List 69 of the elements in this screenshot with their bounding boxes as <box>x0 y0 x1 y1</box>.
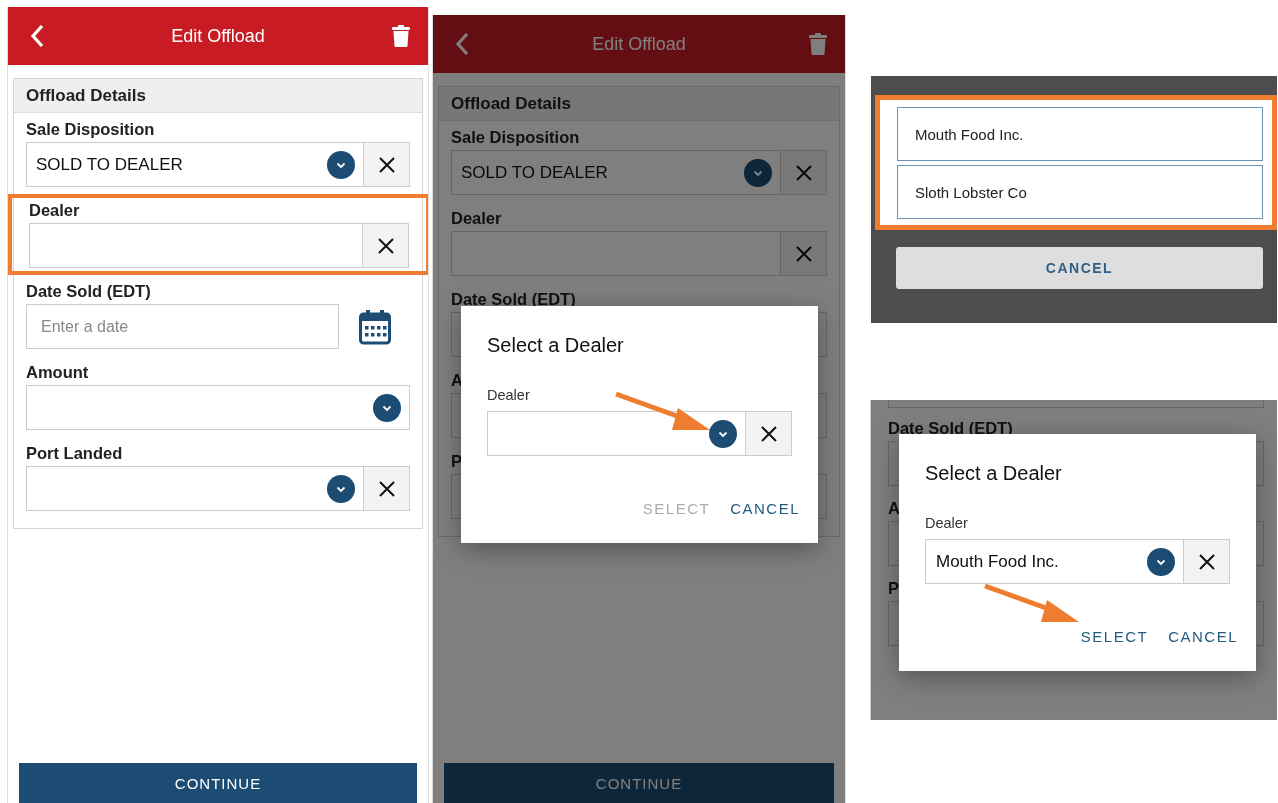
close-icon <box>794 163 813 182</box>
section-title: Offload Details <box>14 79 422 113</box>
back-button[interactable] <box>30 24 44 48</box>
select-field[interactable] <box>26 385 410 430</box>
field-label: A <box>888 498 901 518</box>
select-field[interactable]: SOLD TO DEALER <box>26 142 364 187</box>
field-label: Date Sold (EDT) <box>451 289 577 309</box>
dealer-option[interactable]: Mouth Food Inc. <box>897 107 1263 161</box>
dropdown-icon[interactable] <box>327 150 355 179</box>
close-icon <box>794 244 813 263</box>
select-field[interactable] <box>487 411 746 456</box>
date-input[interactable]: Enter a date <box>26 304 339 349</box>
field-label: Amount <box>26 362 90 382</box>
dropdown-icon[interactable] <box>1147 547 1175 576</box>
field-label: Dealer <box>925 515 969 531</box>
close-icon <box>377 479 396 498</box>
field-label: Date Sold (EDT) <box>26 281 152 301</box>
close-icon <box>376 236 395 255</box>
dialog-action[interactable]: CANCEL <box>1168 628 1238 645</box>
dialog-title: Select a Dealer <box>487 334 625 357</box>
delete-button[interactable] <box>392 25 410 47</box>
field-label: Date Sold (EDT) <box>888 418 1014 438</box>
select-field[interactable] <box>29 223 363 268</box>
field-label: Dealer <box>487 387 531 403</box>
field-label: Sale Disposition <box>26 119 156 139</box>
select-value: SOLD TO DEALER <box>36 154 183 175</box>
cancel-button[interactable]: CANCEL <box>896 247 1263 289</box>
select-value: SOLD TO DEALER <box>461 162 608 183</box>
select-field[interactable] <box>26 466 364 511</box>
field-label: Dealer <box>29 200 81 220</box>
dropdown-icon[interactable] <box>744 158 772 187</box>
clear-button[interactable] <box>746 411 792 456</box>
close-icon <box>377 155 396 174</box>
field-label: Sale Disposition <box>451 127 581 147</box>
header-title: Edit Offload <box>171 25 265 47</box>
calendar-button[interactable] <box>359 308 391 345</box>
dealer-option[interactable]: Sloth Lobster Co <box>897 165 1263 219</box>
section-title: Offload Details <box>439 87 839 121</box>
clear-button[interactable] <box>1184 539 1230 584</box>
select-field[interactable]: SOLD TO DEALER <box>451 150 781 195</box>
clear-button[interactable] <box>364 142 410 187</box>
clear-button[interactable] <box>363 223 409 268</box>
continue-button[interactable]: CONTINUE <box>19 763 417 803</box>
continue-button[interactable]: CONTINUE <box>444 763 834 803</box>
field-label: Port Landed <box>26 443 124 463</box>
select-field[interactable] <box>451 231 781 276</box>
back-icon <box>30 24 44 48</box>
select-value: Mouth Food Inc. <box>936 551 1059 572</box>
back-button[interactable] <box>455 32 469 56</box>
back-icon <box>455 32 469 56</box>
delete-button[interactable] <box>809 33 827 55</box>
close-icon <box>1197 552 1216 571</box>
dialog-title: Select a Dealer <box>925 462 1063 485</box>
dialog-action[interactable]: SELECT <box>1080 628 1149 645</box>
dropdown-icon[interactable] <box>709 419 737 448</box>
dialog-action[interactable]: CANCEL <box>730 500 800 517</box>
field-label: Dealer <box>451 208 503 228</box>
select-field[interactable]: Mouth Food Inc. <box>925 539 1184 584</box>
header-title: Edit Offload <box>592 33 686 55</box>
field-label: A <box>451 370 464 390</box>
clear-button[interactable] <box>364 466 410 511</box>
field-label: P <box>451 451 463 471</box>
dropdown-icon[interactable] <box>373 393 401 422</box>
field-label: P <box>888 578 900 598</box>
close-icon <box>759 424 778 443</box>
trash-icon <box>392 25 410 47</box>
trash-icon <box>809 33 827 55</box>
dropdown-icon[interactable] <box>327 474 355 503</box>
calendar-icon <box>359 308 391 345</box>
